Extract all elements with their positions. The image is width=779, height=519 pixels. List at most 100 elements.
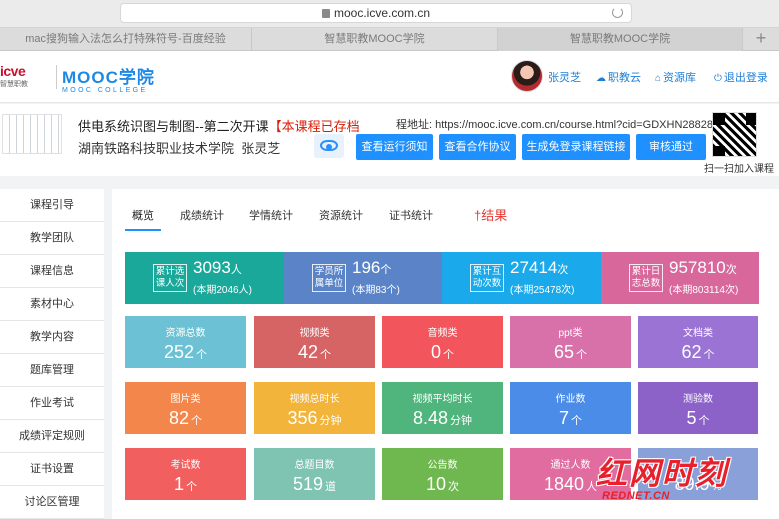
icve-logo-sub: 智慧职教 [0,81,28,88]
icve-logo[interactable]: icve 智慧职教 [0,63,54,93]
sidebar-item-question-bank[interactable]: 题库管理 [0,354,104,387]
tile-label: 音频类 [427,328,458,339]
tile-unit: 次 [448,481,460,493]
tab-certificates[interactable]: 证书统计 [389,207,433,223]
tile-number: 8.48 [412,408,449,428]
nav-label: 职教云 [608,72,641,84]
browser-tab-active[interactable]: 智慧职教MOOC学院 [498,28,743,51]
tile-value: 356 分钟 [254,408,375,429]
course-url-label: 程地址: [396,119,433,131]
nav-ziyuanku[interactable]: ⌂ 资源库 [655,69,696,85]
site-header: icve 智慧职教 MOOC学院 MOOC COLLEGE 张灵芝 ☁ 职教云 ⌂… [0,51,779,103]
sidebar-item-guide[interactable]: 课程引导 [0,189,104,222]
course-school: 湖南铁路科技职业技术学院 张灵芝 [78,138,280,157]
qr-caption: 扫一扫加入课程 [704,164,774,175]
summary-label: 累计日志总数 [629,264,663,292]
generate-link-button[interactable]: 生成免登录课程链接 [522,134,630,160]
nav-logout[interactable]: ⏻ 退出登录 [714,69,768,85]
tile-value: 252 个 [125,342,246,363]
sidebar-item-exams[interactable]: 作业考试 [0,387,104,420]
tile-number: 252 [163,342,195,362]
summary-number: 957810 [669,258,726,277]
lock-icon [321,9,330,18]
tab-learning[interactable]: 学情统计 [249,207,293,223]
summary-label: 累计互动次数 [470,264,504,292]
tile-label: 视频总时长 [289,394,340,405]
course-name: 供电系统识图与制图--第二次开课 [78,119,269,134]
nav-label: 资源库 [663,72,697,84]
address-bar[interactable]: mooc.icve.com.cn [120,3,632,23]
summary-card: 学员所属单位 196个 (本期83个) [284,252,442,304]
browser-tab[interactable]: 智慧职教MOOC学院 [252,28,498,51]
nav-zhijiaoyun[interactable]: ☁ 职教云 [596,69,641,85]
rednet-watermark: 红网时刻 REDNET.CN [596,448,779,508]
browser-tab[interactable]: mac搜狗输入法怎么打特殊符号-百度经验 [0,28,252,51]
new-tab-button[interactable]: + [743,28,779,51]
school-name: 湖南铁路科技职业技术学院 [78,141,235,156]
tab-resources[interactable]: 资源统计 [319,207,363,223]
tile-value: 8.48 分钟 [382,408,503,429]
tile-value: 5个 [638,408,758,429]
user-name-link[interactable]: 张灵芝 [548,69,581,85]
mooc-logo[interactable]: MOOC学院 MOOC COLLEGE [62,63,155,94]
course-url-value[interactable]: https://mooc.icve.com.cn/course.html?cid… [435,119,712,131]
power-icon: ⏻ [714,73,722,84]
tab-results[interactable]: †结果 [474,205,507,224]
summary-number: 3093 [193,258,231,277]
tile-number: 65 [553,342,575,362]
mooc-logo-sub: MOOC COLLEGE [62,87,148,94]
course-url: 程地址: https://mooc.icve.com.cn/course.htm… [396,116,712,132]
home-icon: ⌂ [655,73,662,84]
watermark-subtext: REDNET.CN [602,490,670,502]
avatar[interactable] [511,60,543,92]
tile-label: 测验数 [683,394,713,405]
tile-value: 65 个 [510,342,631,363]
view-agreement-button[interactable]: 查看合作协议 [439,134,516,160]
sidebar-item-team[interactable]: 教学团队 [0,222,104,255]
stat-tile: 测验数 5 个 [638,382,758,434]
tab-overview[interactable]: 概览 [132,207,154,223]
tile-value: 10 次 [382,474,503,495]
view-rules-button[interactable]: 查看运行须知 [356,134,433,160]
tile-label: 考试数 [170,460,201,471]
tile-number: 10 [425,474,447,494]
tile-label: ppt类 [558,328,583,339]
stat-tile: 音频类 0 个 [382,316,503,368]
tile-unit: 个 [576,349,588,361]
summary-card: 累计日志总数 957810次 (本期803114次) [601,252,759,304]
summary-label: 累计选课人次 [153,264,187,292]
preview-button[interactable] [314,134,344,158]
summary-label: 学员所属单位 [312,264,346,292]
sidebar-item-info[interactable]: 课程信息 [0,255,104,288]
tile-label: 公告数 [427,460,458,471]
sidebar-item-certificate[interactable]: 证书设置 [0,453,104,486]
tile-number: 7 [558,408,569,428]
tile-unit: 个 [196,349,208,361]
sidebar-item-grading[interactable]: 成绩评定规则 [0,420,104,453]
summary-card: 累计选课人次 3093人 (本期2046人) [125,252,284,304]
approved-button[interactable]: 审核通过 [636,134,706,160]
sidebar-item-materials[interactable]: 素材中心 [0,288,104,321]
sidebar-item-content[interactable]: 教学内容 [0,321,104,354]
tab-grades[interactable]: 成绩统计 [180,207,224,223]
stat-tile: 图片类 82 个 [125,382,246,434]
stat-tile: 公告数 10 次 [382,448,503,500]
course-info-bar: 供电系统识图与制图--第二次开课【本课程已存档 湖南铁路科技职业技术学院 张灵芝… [0,104,779,176]
tile-label: 资源总数 [165,328,206,339]
address-text: mooc.icve.com.cn [333,6,431,20]
reload-icon[interactable] [612,7,623,18]
qr-code [712,112,757,157]
tile-unit: 个 [571,415,582,427]
summary-number: 27414 [510,258,558,277]
tile-label: 图片类 [170,394,201,405]
tile-value: 0个 [382,342,503,363]
course-title: 供电系统识图与制图--第二次开课【本课程已存档 [78,116,360,135]
summary-period: (本期803114次) [669,285,739,296]
sidebar-item-forum[interactable]: 讨论区管理 [0,486,104,519]
tile-number: 0 [430,342,441,362]
tile-number: 42 [297,342,319,362]
tile-unit: 道 [325,481,337,493]
nav-label: 退出登录 [723,72,768,84]
tile-number: 5 [686,408,697,428]
tile-label: 文档类 [683,328,713,339]
